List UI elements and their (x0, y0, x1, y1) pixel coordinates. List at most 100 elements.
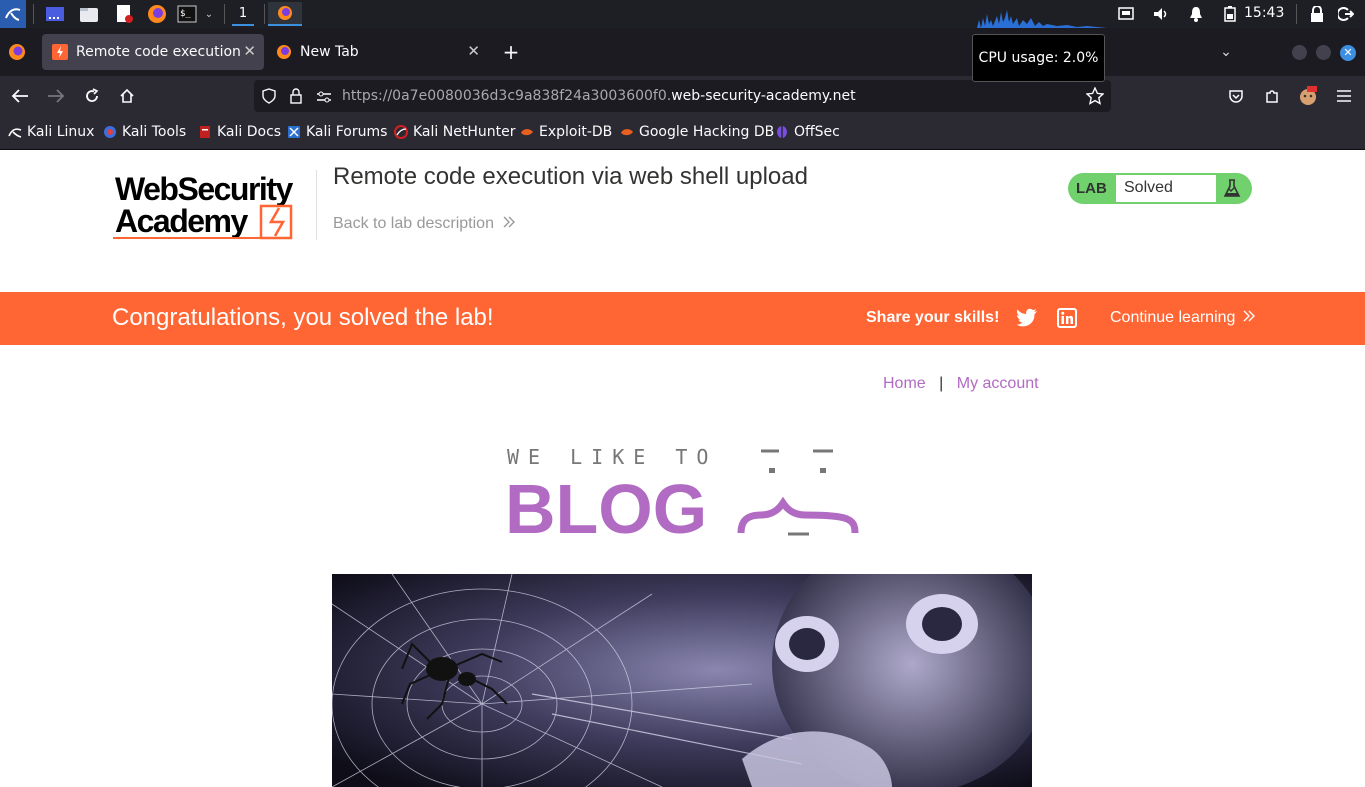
congratulations-text: Congratulations, you solved the lab! (112, 304, 494, 331)
cpu-usage-tooltip: CPU usage: 2.0% (972, 34, 1105, 82)
continue-learning-link[interactable]: Continue learning (1110, 309, 1256, 327)
bookmark-exploit-db[interactable]: Exploit-DB (520, 124, 612, 140)
text-editor-icon[interactable] (113, 2, 135, 26)
svg-text:WebSecurity: WebSecurity (115, 171, 293, 207)
firefox-launcher-icon[interactable] (145, 2, 169, 26)
double-chevron-right-icon (1243, 310, 1255, 322)
kali-docs-icon (200, 126, 210, 138)
tab-remote-code-execution[interactable]: Remote code execution via web shell uplo… (42, 34, 264, 70)
home-icon[interactable] (115, 84, 139, 108)
account-avatar-icon[interactable] (1296, 84, 1320, 108)
firefox-view-icon[interactable] (4, 34, 30, 70)
url-prefix: https://0a7e0080036d3c9a838f24a3003600f0… (342, 88, 672, 104)
congratulations-banner: Congratulations, you solved the lab! Sha… (0, 292, 1365, 345)
svg-text:Academy: Academy (115, 203, 249, 239)
lock-screen-icon[interactable] (1307, 2, 1327, 26)
bookmark-kali-nethunter[interactable]: Kali NetHunter (394, 124, 515, 140)
kali-menu-icon[interactable] (0, 0, 26, 28)
hamburger-menu-icon[interactable] (1332, 84, 1356, 108)
share-skills-label: Share your skills! (866, 309, 1000, 326)
lab-status-widget: LAB Solved (1068, 173, 1252, 204)
nethunter-icon (394, 125, 408, 139)
kali-tools-icon (104, 126, 116, 138)
forward-arrow-icon[interactable] (44, 84, 68, 108)
tracking-protection-shield-icon[interactable] (262, 88, 276, 108)
bookmark-kali-forums[interactable]: Kali Forums (287, 124, 387, 140)
tab-new-tab[interactable]: New Tab ✕ (266, 34, 488, 70)
logo-divider (316, 170, 317, 240)
tab-label: New Tab (300, 44, 359, 60)
volume-icon[interactable] (1151, 2, 1171, 26)
list-all-tabs-chevron-icon[interactable]: ⌄ (1214, 34, 1238, 70)
nav-separator: | (939, 375, 944, 392)
cpu-graph (967, 10, 1107, 28)
firefox-window-button[interactable] (268, 2, 302, 26)
bookmark-label: Kali NetHunter (413, 124, 516, 140)
close-tab-icon[interactable]: ✕ (467, 42, 480, 60)
svg-text:$_: $_ (180, 9, 191, 19)
svg-text:WE LIKE TO: WE LIKE TO (507, 445, 717, 469)
exploit-db-icon (521, 129, 533, 136)
web-page: WebSecurity Academy Remote code executio… (0, 150, 1365, 787)
minimize-window-icon[interactable] (1292, 45, 1307, 60)
file-manager-icon[interactable] (78, 2, 100, 26)
browser-nav-bar: https://0a7e0080036d3c9a838f24a3003600f0… (0, 76, 1365, 116)
lab-status-text: Solved (1116, 175, 1216, 202)
close-window-icon[interactable]: ✕ (1340, 45, 1356, 61)
url-text[interactable]: https://0a7e0080036d3c9a838f24a3003600f0… (342, 88, 856, 104)
extensions-puzzle-icon[interactable] (1260, 84, 1284, 108)
permissions-icon[interactable] (316, 89, 332, 108)
terminal-icon[interactable]: $_ (176, 2, 198, 26)
double-chevron-right-icon (503, 216, 516, 228)
new-tab-plus-icon[interactable]: + (498, 34, 524, 70)
kali-forums-icon (288, 126, 300, 138)
bookmark-kali-tools[interactable]: Kali Tools (103, 124, 186, 140)
back-arrow-icon[interactable] (8, 84, 32, 108)
blog-hero-image (332, 574, 1032, 787)
bookmark-offsec[interactable]: OffSec (775, 124, 840, 140)
my-account-link[interactable]: My account (957, 375, 1039, 392)
url-domain: web-security-academy.net (671, 88, 856, 104)
network-icon[interactable] (1116, 2, 1136, 26)
pocket-icon[interactable] (1224, 84, 1248, 108)
we-like-to-blog-logo: WE LIKE TO BLOG (505, 445, 859, 540)
lock-icon[interactable] (290, 88, 302, 108)
browser-tab-bar: Remote code execution via web shell uplo… (0, 28, 1365, 76)
bookmark-star-icon[interactable] (1085, 86, 1105, 109)
bookmark-kali-linux[interactable]: Kali Linux (8, 124, 94, 140)
lab-badge: LAB (1076, 180, 1107, 197)
clock[interactable]: 15:43 (1244, 5, 1284, 21)
home-link[interactable]: Home (883, 375, 926, 392)
back-link-label: Back to lab description (333, 215, 494, 232)
reload-icon[interactable] (80, 84, 104, 108)
show-desktop-icon[interactable] (44, 2, 66, 26)
system-taskbar: $_ ⌄ 1 15:43 (0, 0, 1365, 28)
portswigger-favicon-icon (52, 44, 68, 60)
bookmark-kali-docs[interactable]: Kali Docs (198, 124, 281, 140)
bookmark-label: Kali Linux (27, 124, 95, 140)
maximize-window-icon[interactable] (1316, 45, 1331, 60)
bookmark-google-hacking-db[interactable]: Google Hacking DB (620, 124, 774, 140)
bookmark-label: Kali Tools (122, 124, 187, 140)
web-security-academy-logo[interactable]: WebSecurity Academy (113, 168, 313, 243)
linkedin-icon[interactable] (1057, 308, 1077, 328)
bookmark-label: Kali Forums (306, 124, 388, 140)
tab-label: Remote code execution via web shell uplo… (76, 44, 241, 60)
back-to-lab-description-link[interactable]: Back to lab description (333, 215, 516, 233)
flask-icon (1223, 179, 1241, 197)
bookmark-label: Exploit-DB (539, 124, 613, 140)
url-bar[interactable]: https://0a7e0080036d3c9a838f24a3003600f0… (254, 80, 1111, 112)
twitter-icon[interactable] (1016, 308, 1038, 328)
notifications-icon[interactable] (1186, 2, 1206, 26)
terminal-dropdown-icon[interactable]: ⌄ (202, 2, 216, 26)
svg-text:BLOG: BLOG (505, 470, 707, 540)
bookmarks-toolbar: Kali Linux Kali Tools Kali Docs Kali For… (0, 116, 1365, 150)
logout-icon[interactable] (1336, 2, 1356, 26)
offsec-icon (777, 126, 787, 138)
workspace-indicator[interactable]: 1 (232, 2, 254, 26)
kali-dragon-icon (8, 128, 22, 138)
battery-icon[interactable] (1220, 2, 1240, 26)
bookmark-label: Google Hacking DB (639, 124, 775, 140)
close-tab-icon[interactable]: ✕ (243, 42, 256, 60)
firefox-favicon-icon (277, 45, 291, 59)
